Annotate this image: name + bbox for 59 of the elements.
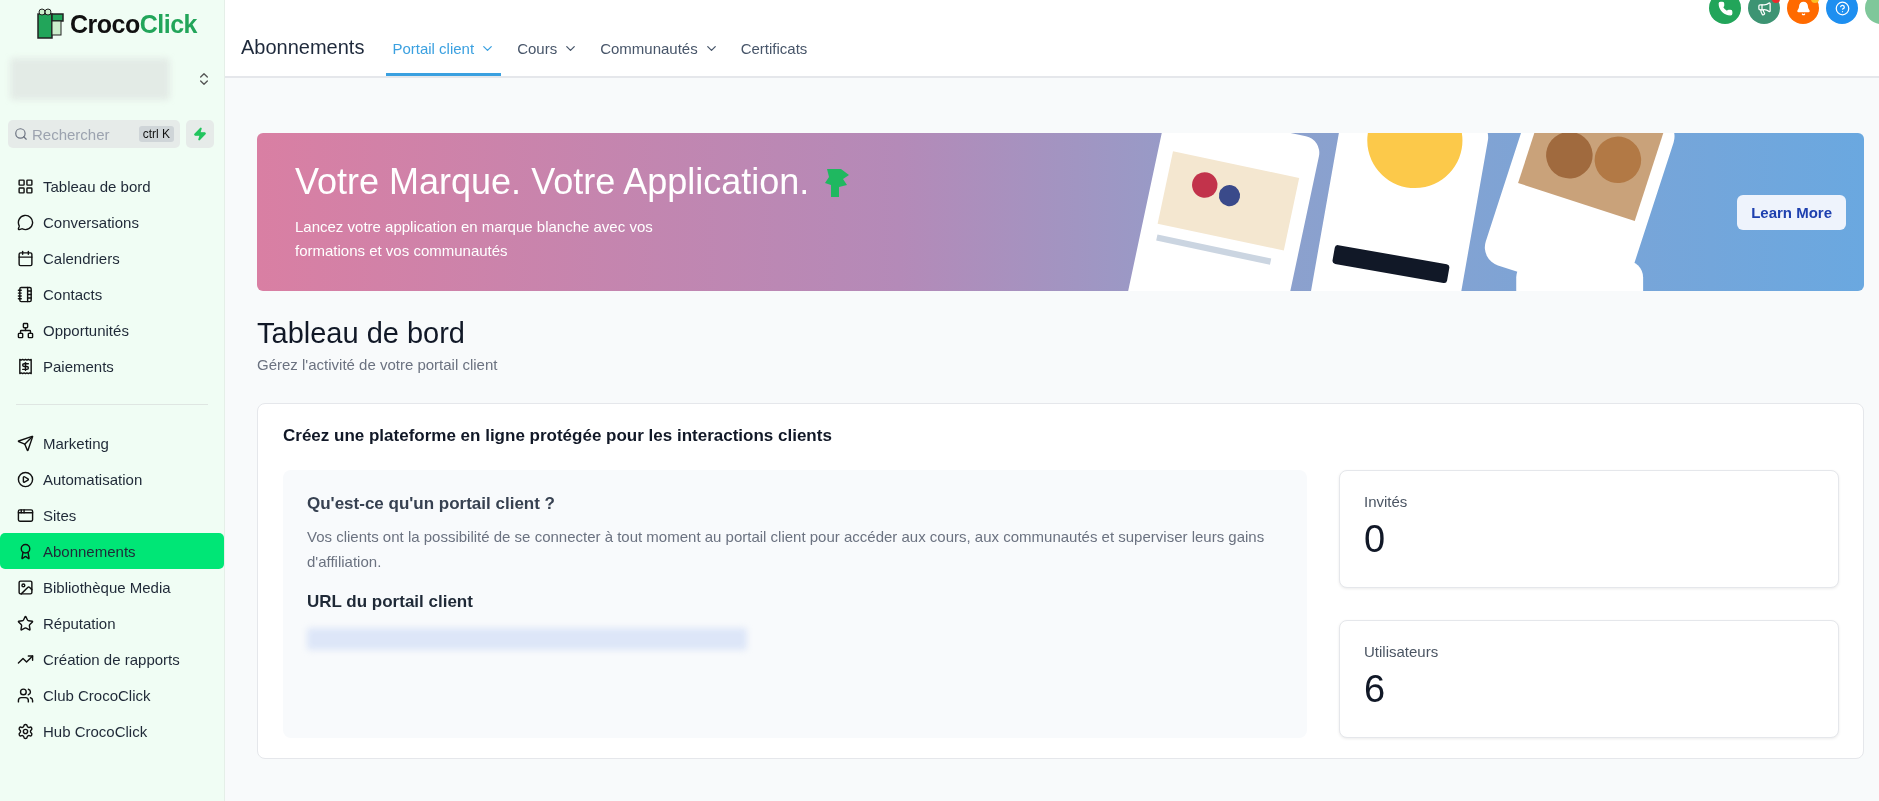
lightning-icon — [193, 127, 207, 141]
megaphone-icon — [1756, 0, 1772, 16]
sidebar-icon — [17, 213, 34, 231]
stat-value: 6 — [1364, 668, 1387, 711]
sidebar-icon — [17, 249, 34, 267]
help-button[interactable] — [1826, 0, 1858, 24]
sidebar-item[interactable]: Tableau de bord — [0, 168, 224, 204]
sidebar-item[interactable]: Réputation — [0, 605, 224, 641]
sidebar-icon — [17, 434, 34, 452]
sidebar-item[interactable]: Automatisation — [0, 461, 224, 497]
phone-button[interactable] — [1709, 0, 1741, 24]
url-heading: URL du portail client — [307, 592, 474, 612]
banner-title: Votre Marque. Votre Application. — [295, 161, 810, 203]
sidebar-icon — [17, 686, 34, 704]
notifications-button[interactable] — [1787, 0, 1819, 24]
sidebar-item[interactable]: Abonnements — [0, 533, 224, 569]
announcements-button[interactable] — [1748, 0, 1780, 24]
sidebar-item[interactable]: Sites — [0, 497, 224, 533]
nav-tab[interactable]: Communautés — [594, 40, 725, 76]
quick-action-button[interactable] — [186, 120, 214, 148]
sidebar-icon — [17, 285, 34, 303]
sidebar-item[interactable]: Conversations — [0, 204, 224, 240]
info-text: Vos clients ont la possibilité de se connecter à tout moment au portail client pour accéder aux cours, aux communautés et superviser leurs gains d'affiliation. — [307, 527, 1266, 572]
nav-tab[interactable]: Cours — [511, 40, 585, 76]
sidebar-icon — [17, 722, 34, 740]
nav-tab[interactable]: Certificats — [734, 40, 814, 76]
stat-value: 0 — [1364, 518, 1387, 561]
stat-label: Utilisateurs — [1364, 643, 1440, 660]
crocodile-logo-icon — [36, 8, 66, 40]
stat-label: Invités — [1364, 493, 1409, 510]
sidebar-item[interactable]: Marketing — [0, 425, 224, 461]
search-icon — [14, 127, 28, 141]
sidebar-item[interactable]: Hub CrocoClick — [0, 713, 224, 749]
sidebar-item[interactable]: Bibliothèque Media — [0, 569, 224, 605]
sidebar-item[interactable]: Club CrocoClick — [0, 677, 224, 713]
card-title: Créez une plateforme en ligne protégée pour les interactions clients — [283, 426, 833, 446]
banner-text: Lancez votre application en marque blanche avec vos formations et vos communautés — [295, 217, 654, 261]
sidebar-icon — [17, 177, 34, 195]
sidebar-item[interactable]: Opportunités — [0, 312, 224, 348]
brand-name: CrocoClick — [70, 9, 197, 39]
sidebar-item[interactable]: Création de rapports — [0, 641, 224, 677]
shortcut-hint: ctrl K — [138, 126, 174, 142]
page-subtitle: Gérez l'activité de votre portail client — [257, 356, 499, 373]
sidebar-icon — [17, 506, 34, 524]
phone-icon — [1717, 0, 1733, 16]
info-heading: Qu'est-ce qu'un portail client ? — [307, 494, 556, 514]
learn-more-button[interactable]: Learn More — [1737, 194, 1846, 230]
sidebar-icon — [17, 614, 34, 632]
help-icon — [1834, 0, 1850, 16]
sidebar-icon — [17, 321, 34, 339]
sidebar-icon — [17, 470, 34, 488]
page-title: Tableau de bord — [257, 317, 466, 350]
sidebar-icon — [17, 578, 34, 596]
sidebar-item[interactable]: Paiements — [0, 348, 224, 384]
section-title: Abonnements — [241, 36, 365, 59]
bell-icon — [1795, 0, 1811, 16]
sidebar-item[interactable]: Calendriers — [0, 240, 224, 276]
sidebar-icon — [17, 357, 34, 375]
sidebar-item[interactable]: Contacts — [0, 276, 224, 312]
